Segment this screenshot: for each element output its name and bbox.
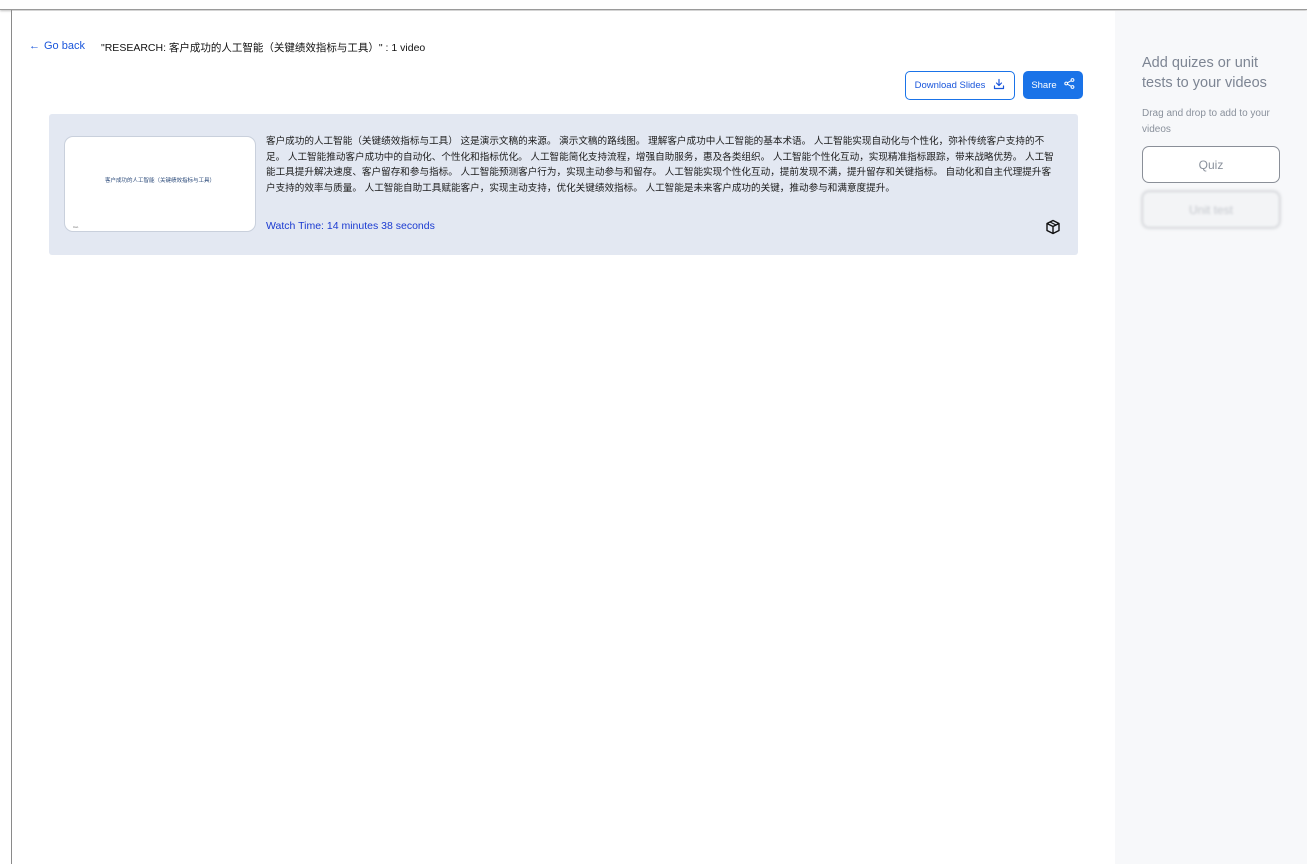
arrow-left-icon: ← <box>29 39 40 52</box>
page-title: "RESEARCH: 客户成功的人工智能（关键绩效指标与工具）" : 1 vid… <box>101 42 426 54</box>
top-bar <box>0 0 1307 10</box>
share-button[interactable]: Share <box>1023 71 1083 99</box>
sidebar-subheading: Drag and drop to add to your videos <box>1142 108 1270 135</box>
main-content: ← Go back "RESEARCH: 客户成功的人工智能（关键绩效指标与工具… <box>12 11 1115 864</box>
share-label: Share <box>1031 79 1057 91</box>
download-icon <box>993 78 1005 93</box>
watch-time: Watch Time: 14 minutes 38 seconds <box>266 220 435 232</box>
go-back-link[interactable]: ← Go back <box>29 40 85 52</box>
quiz-sidebar: Add quizes or unit tests to your videos … <box>1115 11 1307 864</box>
video-thumbnail[interactable]: 客户成功的人工智能（关键绩效指标与工具） Cal.. <box>64 136 256 232</box>
cube-icon[interactable] <box>1045 219 1063 237</box>
video-card[interactable]: 客户成功的人工智能（关键绩效指标与工具） Cal.. 客户成功的人工智能（关键绩… <box>49 114 1078 255</box>
quiz-button[interactable]: Quiz <box>1142 146 1280 183</box>
download-slides-label: Download Slides <box>914 80 986 91</box>
download-slides-button[interactable]: Download Slides <box>905 71 1015 100</box>
go-back-label: Go back <box>44 40 85 52</box>
video-description: 客户成功的人工智能（关键绩效指标与工具） 这是演示文稿的来源。 演示文稿的路线图… <box>266 136 1054 194</box>
thumbnail-corner-text: Cal.. <box>73 225 80 229</box>
unit-test-button[interactable]: Unit test <box>1142 191 1280 228</box>
sidebar-heading: Add quizes or unit tests to your videos <box>1142 55 1267 91</box>
share-icon <box>1063 78 1075 92</box>
thumbnail-title: 客户成功的人工智能（关键绩效指标与工具） <box>104 178 215 184</box>
